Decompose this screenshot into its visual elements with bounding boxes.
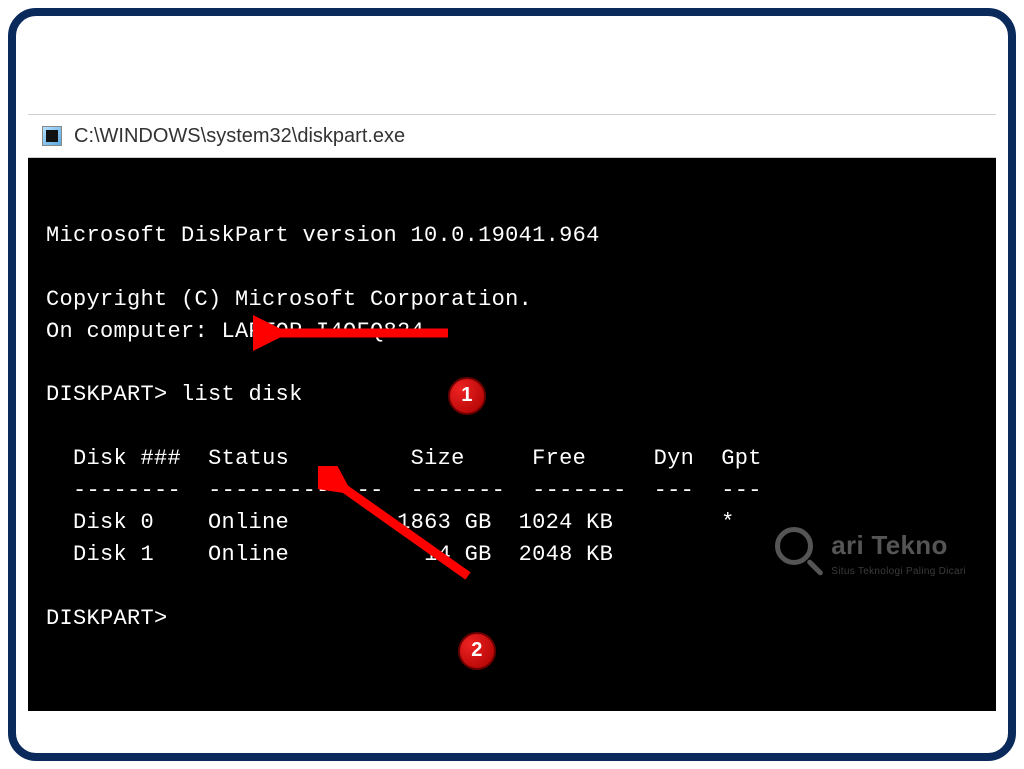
r0-gpt: * (721, 510, 735, 535)
sep-size: ------- (411, 478, 506, 503)
cmd-window-icon (42, 126, 62, 146)
watermark: ari Tekno Situs Teknologi Paling Dicari (769, 525, 966, 581)
prompt-1: DISKPART> (46, 382, 168, 407)
th-free: Free (532, 446, 586, 471)
watermark-tagline: Situs Teknologi Paling Dicari (831, 565, 966, 580)
watermark-brand: ari Tekno (831, 527, 966, 565)
card-frame: C:\WINDOWS\system32\diskpart.exe Microso… (8, 8, 1016, 761)
r0-disk: Disk 0 (73, 510, 154, 535)
sep-gpt: --- (721, 478, 762, 503)
window-titlebar[interactable]: C:\WINDOWS\system32\diskpart.exe (28, 114, 996, 158)
window-title-text: C:\WINDOWS\system32\diskpart.exe (74, 125, 405, 148)
sep-status: ------------- (208, 478, 384, 503)
callout-number-2: 2 (471, 636, 482, 665)
callout-badge-2: 2 (458, 568, 566, 711)
command-entered: list disk (181, 382, 303, 407)
r1-size: 14 GB (424, 542, 492, 567)
bottom-padding (28, 711, 996, 741)
th-size: Size (411, 446, 465, 471)
copyright-line: Copyright (C) Microsoft Corporation. (46, 287, 532, 312)
computer-line: On computer: LAPTOP-I4OFQ824 (46, 319, 424, 344)
th-disk: Disk ### (73, 446, 181, 471)
r0-free: 1024 KB (519, 510, 614, 535)
r0-size: 1863 GB (397, 510, 492, 535)
sep-disk: -------- (73, 478, 181, 503)
r1-status: Online (208, 542, 289, 567)
callout-number-1: 1 (461, 381, 472, 410)
version-line: Microsoft DiskPart version 10.0.19041.96… (46, 223, 600, 248)
r0-status: Online (208, 510, 289, 535)
th-dyn: Dyn (654, 446, 695, 471)
sep-dyn: --- (654, 478, 695, 503)
th-gpt: Gpt (721, 446, 762, 471)
card-inner: C:\WINDOWS\system32\diskpart.exe Microso… (28, 28, 996, 741)
sep-free: ------- (532, 478, 627, 503)
top-padding (28, 28, 996, 114)
magnifier-icon (769, 525, 825, 581)
r1-free: 2048 KB (519, 542, 614, 567)
prompt-2: DISKPART> (46, 606, 168, 631)
r1-disk: Disk 1 (73, 542, 154, 567)
terminal-body[interactable]: Microsoft DiskPart version 10.0.19041.96… (28, 158, 996, 711)
th-status: Status (208, 446, 289, 471)
